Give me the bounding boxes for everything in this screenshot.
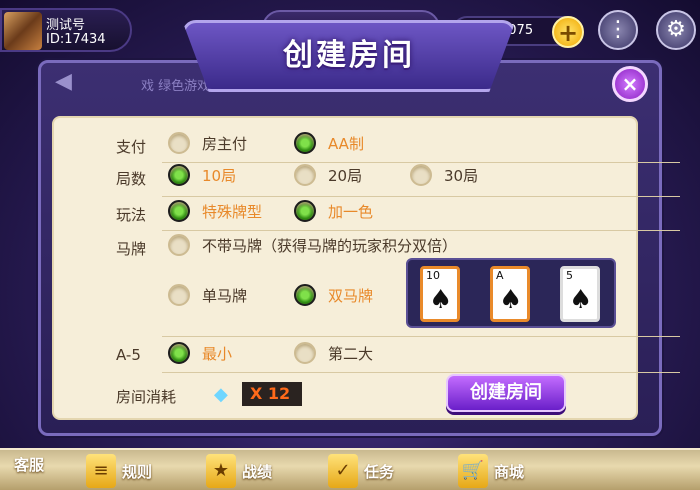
bottom-nav: 客服 ≡ 规则 ★ 战绩 ✓ 任务 🛒 商城 xyxy=(0,448,700,490)
task-icon: ✓ xyxy=(328,454,358,488)
card-rank: 10 xyxy=(426,269,440,282)
a5-option-second[interactable]: 第二大 xyxy=(294,342,373,364)
option-label: AA制 xyxy=(328,134,364,153)
playing-card: 10 ♠ xyxy=(420,266,460,322)
card-rank: 5 xyxy=(566,269,573,282)
rounds-option-20[interactable]: 20局 xyxy=(294,164,362,186)
radio-button[interactable] xyxy=(410,164,432,186)
horse-label: 马牌 xyxy=(116,240,147,258)
create-room-button[interactable]: 创建房间 xyxy=(446,374,566,412)
rounds-label: 局数 xyxy=(116,170,147,188)
nav-rules[interactable]: ≡ 规则 xyxy=(86,454,152,488)
divider xyxy=(162,230,680,231)
option-label: 第二大 xyxy=(328,344,374,363)
horse-option-double[interactable]: 双马牌 xyxy=(294,284,373,306)
option-label: 20局 xyxy=(328,166,363,185)
nav-label: 商城 xyxy=(494,462,525,481)
rounds-option-10[interactable]: 10局 xyxy=(168,164,236,186)
a5-option-min[interactable]: 最小 xyxy=(168,342,232,364)
radio-button[interactable] xyxy=(294,164,316,186)
nav-task[interactable]: ✓ 任务 xyxy=(328,454,394,488)
pay-option-aa[interactable]: AA制 xyxy=(294,132,364,154)
room-cost-value: X 12 xyxy=(242,382,302,406)
radio-button[interactable] xyxy=(168,234,190,256)
nav-record[interactable]: ★ 战绩 xyxy=(206,454,272,488)
radio-button-selected[interactable] xyxy=(168,200,190,222)
option-label: 最小 xyxy=(202,344,233,363)
player-id: ID:17434 xyxy=(46,32,106,47)
avatar xyxy=(4,12,42,50)
rounds-option-30[interactable]: 30局 xyxy=(410,164,478,186)
radio-button-selected[interactable] xyxy=(294,132,316,154)
player-name: 测试号 xyxy=(46,18,86,33)
radio-button-selected[interactable] xyxy=(168,164,190,186)
divider xyxy=(162,196,680,197)
divider xyxy=(162,162,680,163)
rules-option-add-color[interactable]: 加一色 xyxy=(294,200,373,222)
pay-label: 支付 xyxy=(116,138,147,156)
settings-button[interactable]: ⚙ xyxy=(656,10,696,50)
rules-label: 玩法 xyxy=(116,206,147,224)
nav-shop[interactable]: 🛒 商城 xyxy=(458,454,524,488)
rules-option-special[interactable]: 特殊牌型 xyxy=(168,200,262,222)
record-icon: ★ xyxy=(206,454,236,488)
share-button[interactable]: ⋮ xyxy=(598,10,638,50)
radio-button-selected[interactable] xyxy=(168,342,190,364)
option-label: 30局 xyxy=(444,166,479,185)
radio-button[interactable] xyxy=(168,284,190,306)
option-label: 加一色 xyxy=(328,202,374,221)
pay-option-host[interactable]: 房主付 xyxy=(168,132,247,154)
dialog-title: 创建房间 xyxy=(283,38,415,73)
a5-label: A-5 xyxy=(116,346,141,364)
rules-icon: ≡ xyxy=(86,454,116,488)
option-label: 单马牌 xyxy=(202,286,248,305)
horse-option-single[interactable]: 单马牌 xyxy=(168,284,247,306)
player-profile[interactable]: 测试号 ID:17434 xyxy=(0,8,132,52)
gear-icon: ⚙ xyxy=(666,17,686,42)
divider xyxy=(162,372,680,373)
nav-label: 战绩 xyxy=(242,462,273,481)
nav-customer-service[interactable]: 客服 xyxy=(8,454,44,475)
playing-card: A ♠ xyxy=(490,266,530,322)
playing-card: 5 ♠ xyxy=(560,266,600,322)
cost-label: 房间消耗 xyxy=(116,388,177,406)
radio-button-selected[interactable] xyxy=(294,200,316,222)
horse-cards-display: 10 ♠ A ♠ 5 ♠ xyxy=(406,258,616,328)
radio-button[interactable] xyxy=(294,342,316,364)
option-label: 特殊牌型 xyxy=(202,202,263,221)
nav-label: 任务 xyxy=(364,462,395,481)
speaker-icon: ◀ xyxy=(55,69,72,94)
option-label: 10局 xyxy=(202,166,237,185)
radio-button[interactable] xyxy=(168,132,190,154)
nav-label: 客服 xyxy=(14,456,45,474)
diamond-icon: ◆ xyxy=(214,384,228,405)
radio-button-selected[interactable] xyxy=(294,284,316,306)
spade-icon: ♠ xyxy=(499,285,523,315)
share-icon: ⋮ xyxy=(607,17,629,42)
nav-label: 规则 xyxy=(122,462,153,481)
spade-icon: ♠ xyxy=(429,285,453,315)
option-label: 房主付 xyxy=(202,134,248,153)
add-diamond-button[interactable]: + xyxy=(552,16,584,48)
divider xyxy=(162,336,680,337)
option-label: 不带马牌（获得马牌的玩家积分双倍） xyxy=(202,236,458,255)
shop-icon: 🛒 xyxy=(458,454,488,488)
spade-icon: ♠ xyxy=(569,285,593,315)
card-rank: A xyxy=(496,269,504,282)
option-label: 双马牌 xyxy=(328,286,374,305)
close-button[interactable]: × xyxy=(612,66,648,102)
dialog-title-banner: 创建房间 xyxy=(182,20,516,92)
horse-option-none[interactable]: 不带马牌（获得马牌的玩家积分双倍） xyxy=(168,234,457,256)
